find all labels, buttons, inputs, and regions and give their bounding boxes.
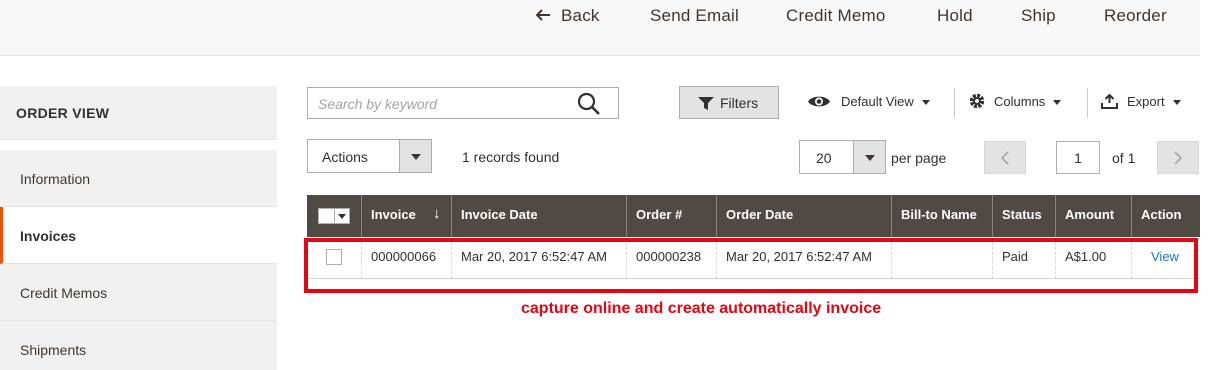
toolbar-divider — [954, 88, 955, 118]
sidebar-item-shipments[interactable]: Shipments — [0, 321, 277, 370]
per-page-select[interactable]: 20 — [799, 140, 886, 174]
order-view-sidebar: ORDER VIEW Information Invoices Credit M… — [0, 86, 277, 370]
mass-select-checkbox[interactable] — [318, 208, 350, 224]
chevron-left-icon — [1000, 151, 1009, 165]
credit-memo-button[interactable]: Credit Memo — [786, 6, 886, 26]
page-edge — [1200, 0, 1208, 370]
next-page-button[interactable] — [1157, 141, 1199, 174]
mass-actions-select[interactable]: Actions — [307, 139, 432, 173]
per-page-value: 20 — [816, 150, 832, 166]
toolbar-divider — [1087, 88, 1088, 118]
previous-page-button[interactable] — [984, 141, 1026, 174]
column-header-label: Action — [1141, 207, 1182, 222]
column-header-invoice[interactable]: Invoice ↓ — [361, 195, 451, 237]
default-view-label: Default View — [841, 94, 914, 109]
send-email-button[interactable]: Send Email — [650, 6, 739, 26]
filter-icon — [698, 97, 714, 110]
column-header-order-number[interactable]: Order # — [626, 195, 716, 237]
export-label: Export — [1127, 94, 1165, 109]
export-icon — [1101, 93, 1118, 109]
eye-icon — [808, 96, 830, 107]
column-header-invoice-date[interactable]: Invoice Date — [451, 195, 626, 237]
invoices-grid-header: Invoice ↓ Invoice Date Order # Order Dat… — [307, 195, 1200, 237]
column-header-label: Bill-to Name — [901, 207, 977, 222]
column-header-label: Invoice Date — [461, 207, 538, 222]
chevron-down-icon — [1053, 100, 1062, 106]
sidebar-title-text: ORDER VIEW — [16, 105, 110, 121]
annotation-caption: capture online and create automatically … — [521, 300, 882, 317]
sidebar-item-information[interactable]: Information — [0, 150, 277, 207]
columns-dropdown[interactable]: Columns — [968, 92, 1062, 110]
sidebar-item-label: Invoices — [20, 228, 77, 244]
columns-label: Columns — [994, 94, 1046, 109]
back-button-label: Back — [561, 6, 600, 25]
sort-down-arrow-icon: ↓ — [433, 205, 441, 222]
sidebar-item-label: Information — [20, 171, 91, 187]
export-dropdown[interactable]: Export — [1101, 93, 1181, 109]
arrow-left-icon — [535, 6, 551, 26]
column-header-label: Order Date — [726, 207, 794, 222]
page-count: of 1 — [1112, 150, 1136, 166]
chevron-down-icon — [399, 140, 431, 172]
mass-select-column — [307, 195, 361, 237]
column-header-amount[interactable]: Amount — [1055, 195, 1131, 237]
hold-button[interactable]: Hold — [937, 6, 973, 26]
chevron-right-icon — [1174, 151, 1183, 165]
reorder-button[interactable]: Reorder — [1104, 6, 1167, 26]
sidebar-item-credit-memos[interactable]: Credit Memos — [0, 264, 277, 321]
current-page-input[interactable] — [1057, 142, 1099, 173]
gear-icon — [969, 93, 985, 109]
sidebar-item-label: Credit Memos — [20, 285, 108, 301]
back-button[interactable]: Back — [535, 6, 600, 26]
filters-button-label: Filters — [720, 95, 759, 111]
search-icon[interactable] — [576, 91, 602, 117]
column-header-status[interactable]: Status — [992, 195, 1055, 237]
column-header-label: Amount — [1065, 207, 1115, 222]
column-header-label: Status — [1002, 207, 1042, 222]
default-view-dropdown[interactable]: Default View — [807, 94, 930, 109]
search-input[interactable] — [318, 94, 568, 114]
column-header-label: Invoice — [371, 207, 416, 222]
annotation-highlight-box — [304, 238, 1198, 293]
filters-button[interactable]: Filters — [679, 86, 779, 119]
mass-actions-label: Actions — [322, 149, 368, 165]
column-header-label: Order # — [636, 207, 683, 222]
page-actions-bar: Back Send Email Credit Memo Hold Ship Re… — [0, 0, 1200, 56]
per-page-label: per page — [891, 150, 947, 166]
column-header-action: Action — [1131, 195, 1200, 237]
chevron-down-icon — [853, 141, 885, 173]
column-header-bill-to-name[interactable]: Bill-to Name — [891, 195, 992, 237]
current-page-field — [1056, 141, 1100, 174]
ship-button[interactable]: Ship — [1021, 6, 1056, 26]
column-header-order-date[interactable]: Order Date — [716, 195, 891, 237]
records-found: 1 records found — [462, 149, 560, 165]
sidebar-title: ORDER VIEW — [0, 86, 277, 140]
keyword-search — [307, 87, 619, 119]
sidebar-item-label: Shipments — [20, 342, 87, 358]
chevron-down-icon — [1172, 100, 1181, 106]
sidebar-item-invoices[interactable]: Invoices — [0, 207, 277, 264]
chevron-down-icon — [921, 100, 930, 106]
